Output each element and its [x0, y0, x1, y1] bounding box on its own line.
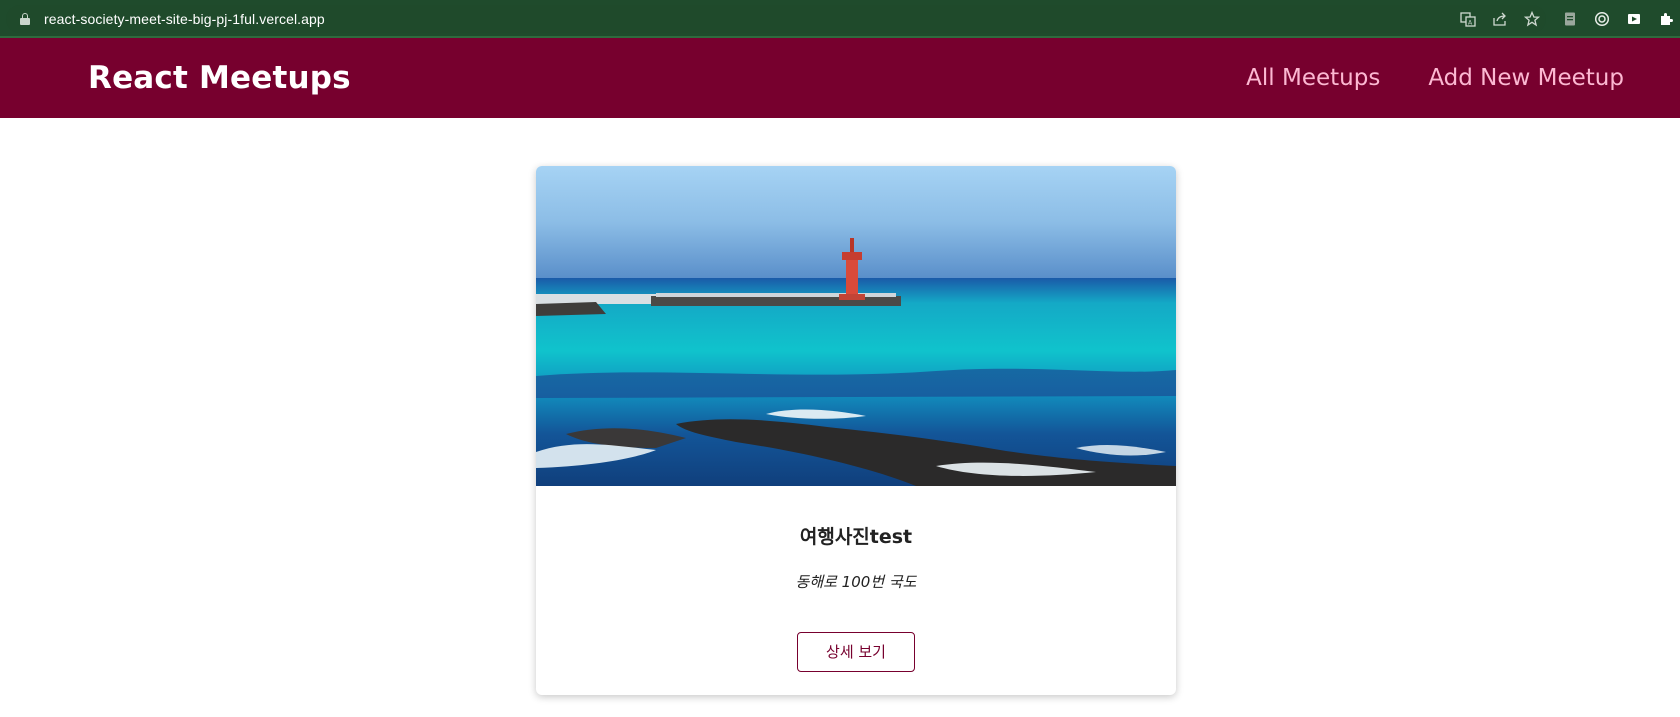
meetup-image	[536, 166, 1176, 486]
nav-add-new-meetup[interactable]: Add New Meetup	[1428, 65, 1624, 91]
url-field[interactable]: react-society-meet-site-big-pj-1ful.verc…	[6, 5, 1546, 33]
main-nav: All Meetups Add New Meetup	[1246, 65, 1624, 91]
url-text[interactable]: react-society-meet-site-big-pj-1ful.verc…	[44, 11, 325, 27]
meetup-address: 동해로 100번 국도	[795, 573, 917, 591]
nav-all-meetups[interactable]: All Meetups	[1246, 65, 1380, 91]
extension-media-icon[interactable]	[1618, 9, 1650, 29]
meetup-card: 여행사진test 동해로 100번 국도 상세 보기	[536, 166, 1176, 695]
bookmark-star-icon[interactable]	[1516, 9, 1548, 29]
show-details-button[interactable]: 상세 보기	[797, 632, 915, 672]
extensions-puzzle-icon[interactable]	[1650, 9, 1680, 29]
translate-icon[interactable]: A	[1452, 9, 1484, 29]
card-actions: 상세 보기	[536, 632, 1176, 672]
meetup-title: 여행사진test	[799, 526, 913, 548]
extension-target-icon[interactable]	[1586, 9, 1618, 29]
lock-icon[interactable]	[20, 13, 30, 25]
browser-address-bar: react-society-meet-site-big-pj-1ful.verc…	[0, 0, 1680, 38]
share-icon[interactable]	[1484, 9, 1516, 29]
site-logo[interactable]: React Meetups	[88, 60, 351, 96]
extension-doc-icon[interactable]	[1554, 9, 1586, 29]
app-header: React Meetups All Meetups Add New Meetup	[0, 38, 1680, 118]
